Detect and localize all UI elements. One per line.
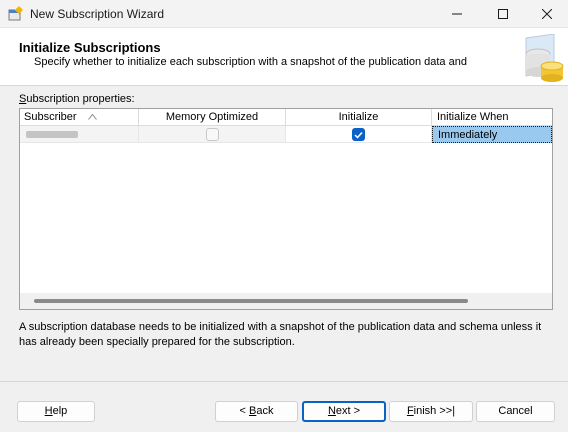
redacted-subscriber-name — [26, 131, 78, 138]
minimize-icon — [452, 13, 462, 15]
subscription-properties-label: Subscription properties: — [19, 93, 135, 105]
initialize-when-dropdown[interactable]: Immediately — [432, 126, 552, 143]
table-row[interactable]: Immediately — [20, 126, 552, 143]
horizontal-scrollbar[interactable] — [20, 293, 552, 309]
footer-separator — [0, 381, 568, 382]
subscription-properties-grid[interactable]: Subscriber Memory Optimized Initialize I… — [19, 108, 553, 310]
wizard-app-icon — [8, 6, 23, 21]
subscriber-cell[interactable] — [20, 126, 139, 143]
close-icon — [542, 9, 552, 19]
checkmark-icon — [354, 131, 363, 139]
page-subtitle: Specify whether to initialize each subsc… — [34, 56, 467, 68]
wizard-header: Initialize Subscriptions Specify whether… — [0, 28, 568, 86]
help-button[interactable]: Help — [17, 401, 95, 422]
grid-header-row: Subscriber Memory Optimized Initialize I… — [20, 109, 552, 126]
window-title: New Subscription Wizard — [30, 7, 165, 21]
memory-optimized-cell — [139, 126, 286, 143]
minimize-button[interactable] — [434, 0, 480, 28]
description-text: A subscription database needs to be init… — [19, 321, 542, 348]
column-header-memory-optimized[interactable]: Memory Optimized — [139, 109, 286, 126]
maximize-button[interactable] — [480, 0, 526, 28]
initialize-checkbox[interactable] — [352, 128, 365, 141]
page-title: Initialize Subscriptions — [19, 40, 161, 55]
next-button[interactable]: Next > — [302, 401, 386, 422]
close-button[interactable] — [524, 0, 568, 28]
sort-ascending-icon — [88, 114, 97, 120]
column-header-subscriber[interactable]: Subscriber — [20, 109, 139, 126]
memory-optimized-checkbox — [206, 128, 219, 141]
title-bar: New Subscription Wizard — [0, 0, 568, 28]
column-header-initialize[interactable]: Initialize — [286, 109, 432, 126]
scrollbar-thumb[interactable] — [34, 299, 468, 303]
column-header-initialize-when[interactable]: Initialize When — [432, 109, 552, 126]
back-button[interactable]: < Back — [215, 401, 298, 422]
cancel-button[interactable]: Cancel — [476, 401, 555, 422]
finish-button[interactable]: Finish >>| — [389, 401, 473, 422]
initialize-cell[interactable] — [286, 126, 432, 143]
database-banner-icon — [525, 34, 564, 82]
maximize-icon — [498, 9, 508, 19]
